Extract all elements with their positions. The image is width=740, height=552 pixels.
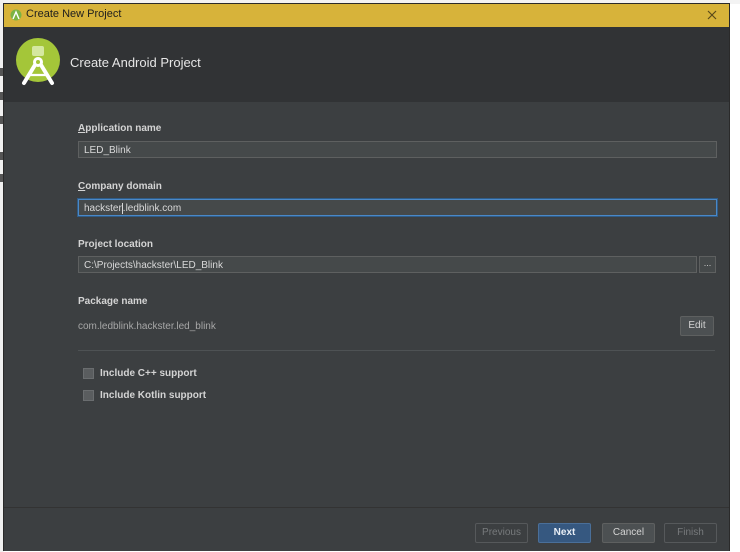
include-kotlin-checkbox[interactable]: Include Kotlin support <box>83 390 206 401</box>
application-name-label: Application name <box>78 123 162 134</box>
company-domain-input[interactable]: hackster.ledblink.com <box>78 199 717 216</box>
close-icon[interactable] <box>703 6 721 24</box>
create-project-dialog: Create New Project Create Android Projec… <box>4 4 729 551</box>
company-domain-label: Company domain <box>78 181 162 192</box>
project-form: Application name LED_Blink Company domai… <box>4 102 729 507</box>
project-location-input[interactable]: C:\Projects\hackster\LED_Blink <box>78 256 697 273</box>
android-studio-logo-icon <box>16 38 60 85</box>
browse-location-button[interactable]: ... <box>699 256 716 273</box>
cancel-button[interactable]: Cancel <box>602 523 655 543</box>
application-name-input[interactable]: LED_Blink <box>78 141 717 158</box>
previous-button[interactable]: Previous <box>475 523 528 543</box>
dialog-footer: Previous Next Cancel Finish <box>4 507 729 551</box>
package-name-label: Package name <box>78 296 148 307</box>
include-cpp-label: Include C++ support <box>100 368 197 379</box>
android-studio-icon <box>10 9 22 21</box>
divider <box>78 350 715 351</box>
package-name-value: com.ledblink.hackster.led_blink <box>78 321 216 332</box>
title-bar: Create New Project <box>4 4 729 27</box>
finish-button[interactable]: Finish <box>664 523 717 543</box>
checkbox-box <box>83 368 94 379</box>
include-cpp-checkbox[interactable]: Include C++ support <box>83 368 197 379</box>
header-title: Create Android Project <box>70 55 201 70</box>
include-kotlin-label: Include Kotlin support <box>100 390 207 401</box>
checkbox-box <box>83 390 94 401</box>
project-location-label: Project location <box>78 239 154 250</box>
edit-package-button[interactable]: Edit <box>680 316 714 336</box>
window-title: Create New Project <box>26 8 122 20</box>
next-button[interactable]: Next <box>538 523 591 543</box>
dialog-header: Create Android Project <box>4 27 729 102</box>
